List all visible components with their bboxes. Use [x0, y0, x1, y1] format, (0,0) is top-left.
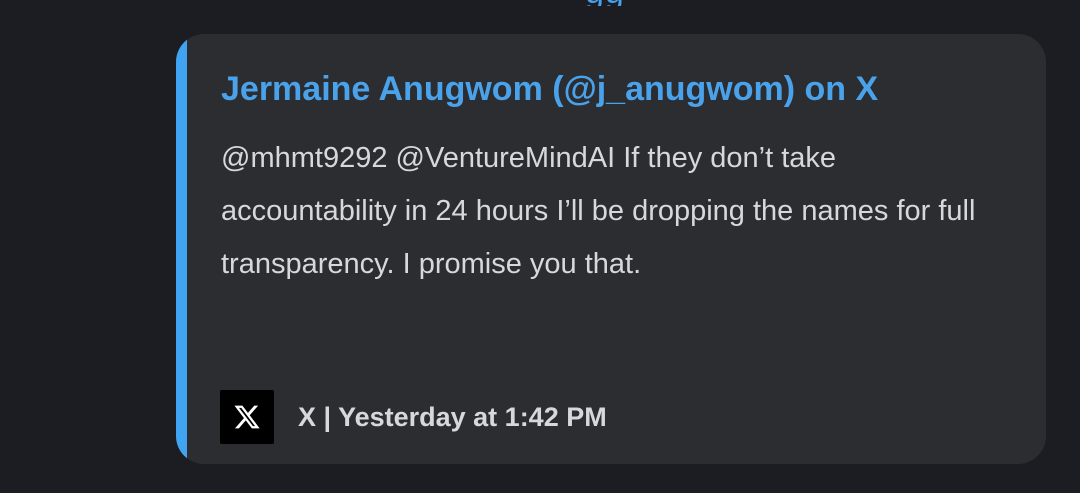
- link-embed: Jermaine Anugwom (@j_anugwom) on X @mhmt…: [176, 34, 1046, 464]
- embed-description: @mhmt9292 @VentureMindAI If they don’t t…: [221, 142, 976, 280]
- embed-footer-text: X | Yesterday at 1:42 PM: [298, 402, 607, 432]
- embed-footer: X | Yesterday at 1:42 PM: [220, 389, 607, 445]
- x-logo-icon: [220, 390, 274, 444]
- previous-message-text: gg: [585, 0, 655, 6]
- embed-content: Jermaine Anugwom (@j_anugwom) on X @mhmt…: [221, 70, 1011, 291]
- previous-message-fragment: gg: [585, 0, 655, 6]
- embed-title-link[interactable]: Jermaine Anugwom (@j_anugwom) on X: [221, 70, 1011, 108]
- embed-accent-bar: [176, 34, 187, 464]
